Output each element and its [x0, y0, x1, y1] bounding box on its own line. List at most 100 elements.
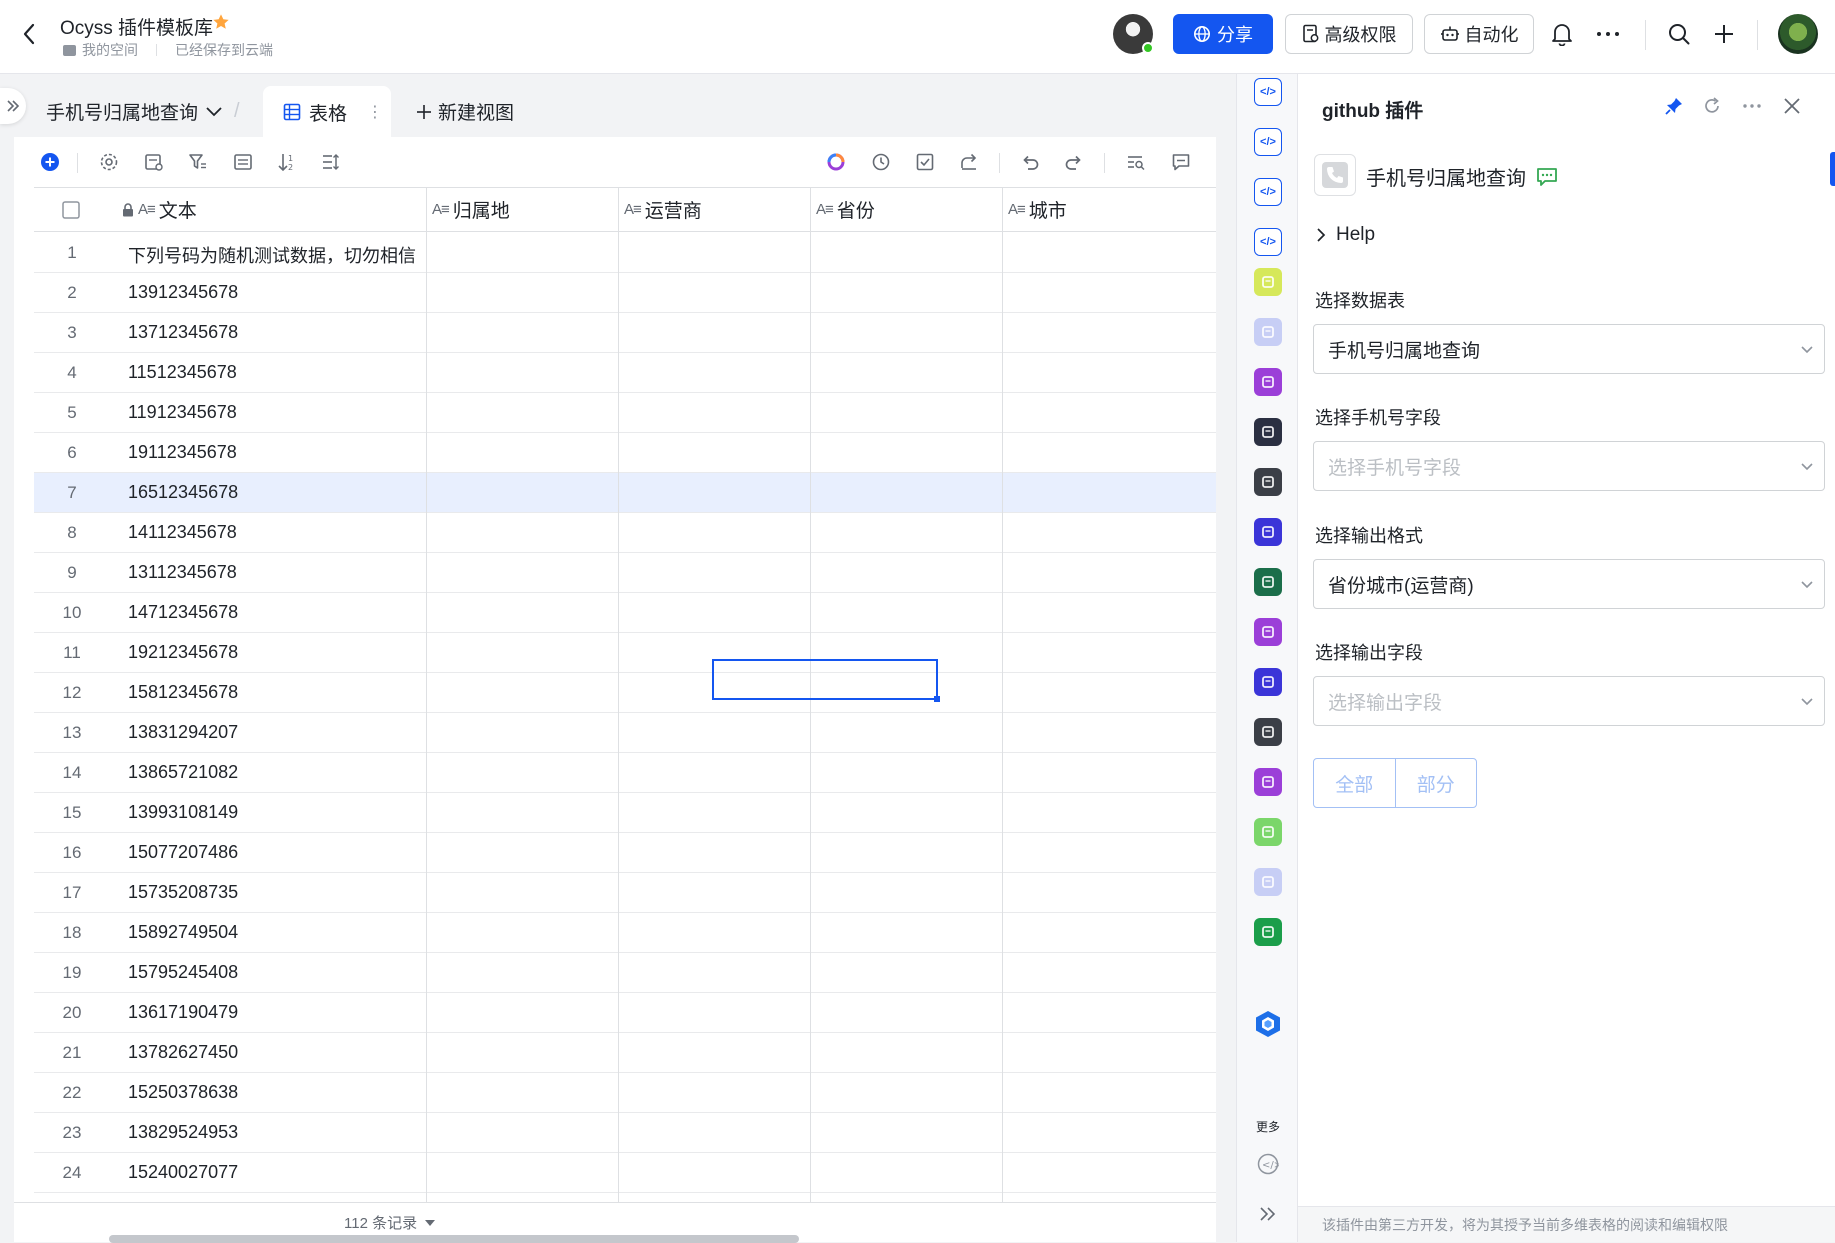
table-row[interactable]: 8 14112345678 — [34, 513, 1216, 553]
share-view-icon[interactable] — [957, 150, 981, 174]
text-cell[interactable]: 13912345678 — [128, 282, 238, 303]
text-cell[interactable]: 11912345678 — [128, 402, 237, 423]
history-icon[interactable] — [869, 150, 893, 174]
column-header-carrier[interactable]: A≡ 运营商 — [618, 188, 810, 232]
plus-icon[interactable] — [1710, 20, 1738, 48]
table-row[interactable]: 18 15892749504 — [34, 913, 1216, 953]
text-cell[interactable]: 15892749504 — [128, 922, 238, 943]
panel-scroll-indicator[interactable] — [1830, 152, 1835, 186]
code-plugin-icon[interactable]: </> — [1254, 228, 1282, 256]
text-cell[interactable]: 16512345678 — [128, 482, 238, 503]
sheet-app-icon[interactable] — [1254, 918, 1282, 946]
collaborator-avatar[interactable] — [1113, 14, 1154, 54]
table-row[interactable]: 6 19112345678 — [34, 433, 1216, 473]
find-icon[interactable] — [1124, 150, 1148, 174]
table-row[interactable]: 14 13865721082 — [34, 753, 1216, 793]
text-cell[interactable]: 13112345678 — [128, 562, 237, 583]
bell-icon[interactable] — [1548, 20, 1576, 48]
fill-handle[interactable] — [934, 696, 940, 702]
text-cell[interactable]: 13712345678 — [128, 322, 238, 343]
doc-search-app-icon[interactable] — [1254, 818, 1282, 846]
table-row[interactable]: 3 13712345678 — [34, 313, 1216, 353]
table-row[interactable]: 15 13993108149 — [34, 793, 1216, 833]
text-cell[interactable]: 15812345678 — [128, 682, 238, 703]
text-cell[interactable]: 15250378638 — [128, 1082, 238, 1103]
table-row[interactable]: 19 15795245408 — [34, 953, 1216, 993]
table-row[interactable]: 10 14712345678 — [34, 593, 1216, 633]
advanced-permission-button[interactable]: 高级权限 — [1285, 14, 1413, 54]
table-row[interactable]: 13 13831294207 — [34, 713, 1216, 753]
add-record-icon[interactable] — [38, 150, 62, 174]
code-plugin-icon[interactable]: </> — [1254, 178, 1282, 206]
text-cell[interactable]: 11512345678 — [128, 362, 237, 383]
text-cell[interactable]: 13831294207 — [128, 722, 238, 743]
table-row[interactable]: 2 13912345678 — [34, 273, 1216, 313]
redo-icon[interactable] — [1062, 150, 1086, 174]
column-header-text[interactable]: A≡ 文本 — [108, 188, 426, 232]
green-app-icon[interactable] — [1254, 568, 1282, 596]
text-cell[interactable]: 19212345678 — [128, 642, 238, 663]
code-plugin-icon[interactable]: </> — [1254, 78, 1282, 106]
column-header-location[interactable]: A≡ 归属地 — [426, 188, 618, 232]
select-output-format-dropdown[interactable]: 省份城市(运营商) — [1313, 559, 1825, 609]
table-row[interactable]: 11 19212345678 — [34, 633, 1216, 673]
group-icon[interactable] — [231, 150, 255, 174]
text-cell[interactable]: 13865721082 — [128, 762, 238, 783]
list-search-app-icon[interactable] — [1254, 768, 1282, 796]
text-cell[interactable]: 15735208735 — [128, 882, 238, 903]
sort-icon[interactable]: 12 — [275, 150, 299, 174]
breadcrumb-space[interactable]: 我的空间 — [82, 40, 138, 60]
text-cell[interactable]: 14112345678 — [128, 522, 237, 543]
select-output-field-dropdown[interactable]: 选择输出字段 — [1313, 676, 1825, 726]
table-row[interactable]: 17 15735208735 — [34, 873, 1216, 913]
text-cell[interactable]: 15240027077 — [128, 1162, 238, 1183]
table-row[interactable]: 1 下列号码为随机测试数据，切勿相信 — [34, 233, 1216, 273]
field-config-icon[interactable] — [142, 150, 166, 174]
settings-icon[interactable] — [97, 150, 121, 174]
text-cell[interactable]: 下列号码为随机测试数据，切勿相信 — [128, 242, 416, 268]
table-row[interactable]: 7 16512345678 — [34, 473, 1216, 513]
all-button[interactable]: 全部 — [1314, 759, 1395, 807]
tab-grid-view[interactable]: 表格 ⋮ — [263, 86, 391, 138]
column-header-province[interactable]: A≡ 省份 — [810, 188, 1002, 232]
automation-button[interactable]: 自动化 — [1424, 14, 1534, 54]
double-chevron-right-icon[interactable] — [1254, 1200, 1282, 1228]
share-button[interactable]: 分享 — [1173, 14, 1273, 54]
table-row[interactable]: 4 11512345678 — [34, 353, 1216, 393]
more-icon[interactable] — [1594, 20, 1622, 48]
terminal-app-icon[interactable] — [1254, 718, 1282, 746]
globe-app-icon[interactable] — [1254, 418, 1282, 446]
calc-app-icon[interactable] — [1254, 468, 1282, 496]
record-count-dropdown[interactable]: 112 条记录 — [344, 1212, 436, 1233]
text-cell[interactable]: 13617190479 — [128, 1002, 238, 1023]
table-row[interactable]: 5 11912345678 — [34, 393, 1216, 433]
refresh-icon[interactable] — [1698, 92, 1726, 120]
purple-app-icon[interactable] — [1254, 368, 1282, 396]
filter-icon[interactable] — [186, 150, 210, 174]
notes-app-icon[interactable] — [1254, 268, 1282, 296]
new-view-button[interactable]: 新建视图 — [416, 98, 514, 125]
select-table-dropdown[interactable]: 手机号归属地查询 — [1313, 324, 1825, 374]
text-cell[interactable]: 19112345678 — [128, 442, 237, 463]
table-row[interactable]: 9 13112345678 — [34, 553, 1216, 593]
select-all-checkbox[interactable] — [34, 188, 108, 232]
table-selector[interactable]: 手机号归属地查询 — [46, 98, 222, 125]
table-row[interactable]: 21 13782627450 — [34, 1033, 1216, 1073]
table-row[interactable]: 12 15812345678 — [34, 673, 1216, 713]
text-cell[interactable]: 13782627450 — [128, 1042, 238, 1063]
table-row[interactable]: 22 15250378638 — [34, 1073, 1216, 1113]
table-row[interactable]: 20 13617190479 — [34, 993, 1216, 1033]
user-avatar[interactable] — [1778, 14, 1818, 54]
code-plugin-icon[interactable]: </> — [1254, 128, 1282, 156]
table-row[interactable]: 24 15240027077 — [34, 1153, 1216, 1193]
more-plugins-label[interactable]: 更多 — [1237, 1118, 1299, 1135]
comment-icon[interactable] — [1169, 150, 1193, 174]
row-height-icon[interactable] — [319, 150, 343, 174]
view-options-icon[interactable]: ⋮ — [367, 102, 383, 122]
select-phone-field-dropdown[interactable]: 选择手机号字段 — [1313, 441, 1825, 491]
text-cell[interactable]: 15795245408 — [128, 962, 238, 983]
star-icon[interactable] — [212, 13, 230, 31]
checklist-icon[interactable] — [913, 150, 937, 174]
image-app-icon[interactable] — [1254, 318, 1282, 346]
more-icon[interactable] — [1738, 92, 1766, 120]
